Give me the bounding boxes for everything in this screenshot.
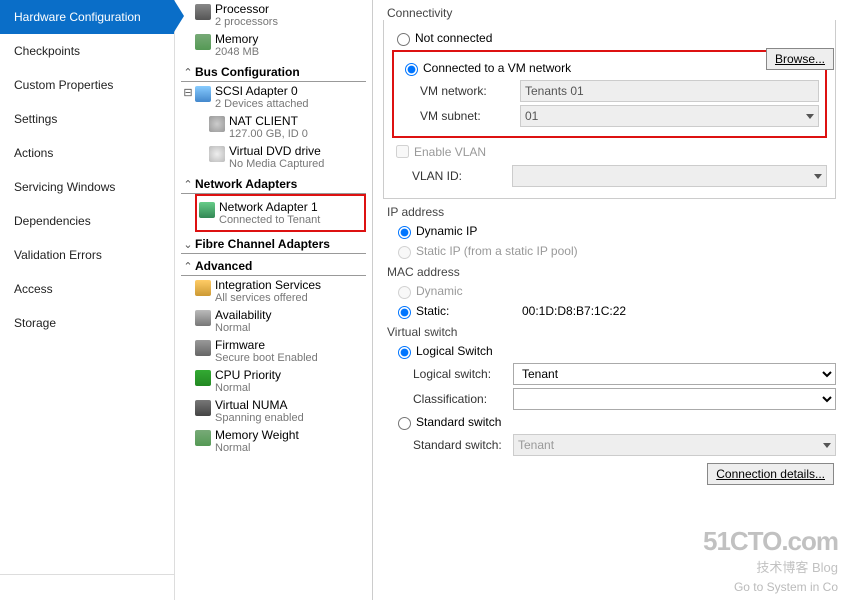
radio-dynamic-mac: Dynamic (393, 283, 836, 299)
hardware-tree: Processor2 processors Memory2048 MB ⌃Bus… (175, 0, 373, 600)
tree-network-adapter-1[interactable]: Network Adapter 1Connected to Tenant (195, 194, 366, 232)
tree-availability[interactable]: AvailabilityNormal (195, 306, 366, 336)
radio-dynamic-mac-label: Dynamic (416, 284, 463, 298)
enable-vlan-row: Enable VLAN (392, 142, 827, 161)
watermark-sub: 技术博客 Blog (703, 557, 838, 576)
vm-subnet-dropdown[interactable]: 01 (520, 105, 819, 127)
highlighted-vm-network-box: Connected to a VM network VM network: Te… (392, 50, 827, 138)
collapse-icon[interactable]: ⌃ (181, 260, 195, 273)
radio-not-connected-label: Not connected (415, 31, 492, 45)
collapse-icon[interactable]: ⌃ (181, 66, 195, 79)
vm-network-value: Tenants 01 (520, 80, 819, 102)
tree-virtual-dvd[interactable]: Virtual DVD driveNo Media Captured (209, 142, 366, 172)
radio-not-connected[interactable]: Not connected (392, 30, 827, 46)
tree-firmware[interactable]: FirmwareSecure boot Enabled (195, 336, 366, 366)
watermark: 51CTO.com 技术博客 Blog (703, 526, 838, 576)
connectivity-legend: Connectivity (383, 6, 836, 20)
radio-dynamic-ip-input[interactable] (398, 226, 411, 239)
memory-icon (195, 430, 211, 446)
expand-icon[interactable]: ⊟ (181, 86, 195, 99)
tree-integration-services[interactable]: Integration ServicesAll services offered (195, 276, 366, 306)
radio-connected-input[interactable] (405, 63, 418, 76)
vlan-id-dropdown (512, 165, 827, 187)
nav-hardware-configuration[interactable]: Hardware Configuration (0, 0, 174, 34)
dvd-icon (209, 146, 225, 162)
radio-logical-switch-input[interactable] (398, 346, 411, 359)
cpu-icon (195, 370, 211, 386)
firmware-icon (195, 340, 211, 356)
connection-details-button[interactable]: Connection details... (707, 463, 834, 485)
vlan-id-label: VLAN ID: (412, 169, 512, 183)
nav-custom-properties[interactable]: Custom Properties (0, 68, 174, 102)
tree-memory-weight[interactable]: Memory WeightNormal (195, 426, 366, 456)
section-bus-configuration[interactable]: ⌃Bus Configuration (181, 62, 366, 82)
section-fibre-channel[interactable]: ⌄Fibre Channel Adapters (181, 234, 366, 254)
nav-access[interactable]: Access (0, 272, 174, 306)
collapse-icon[interactable]: ⌃ (181, 178, 195, 191)
radio-connected[interactable]: Connected to a VM network (400, 60, 819, 76)
tree-nat-client[interactable]: NAT CLIENT127.00 GB, ID 0 (209, 112, 366, 142)
nav-validation-errors[interactable]: Validation Errors (0, 238, 174, 272)
standard-switch-dropdown: Tenant (513, 434, 836, 456)
details-pane: Connectivity Not connected Connected to … (373, 0, 844, 600)
nav-actions[interactable]: Actions (0, 136, 174, 170)
nav-storage[interactable]: Storage (0, 306, 174, 340)
radio-dynamic-mac-input (398, 286, 411, 299)
memory-icon (195, 34, 211, 50)
browse-button[interactable]: Browse... (766, 48, 834, 70)
tree-processor[interactable]: Processor2 processors (195, 0, 366, 30)
ip-address-legend: IP address (383, 205, 836, 219)
radio-static-ip-label: Static IP (from a static IP pool) (416, 244, 578, 258)
radio-standard-switch-input[interactable] (398, 417, 411, 430)
watermark-logo: 51CTO.com (703, 526, 838, 557)
nav-checkpoints[interactable]: Checkpoints (0, 34, 174, 68)
vm-network-label: VM network: (420, 84, 520, 98)
logical-switch-label: Logical switch: (413, 367, 513, 381)
left-navigation: Hardware Configuration Checkpoints Custo… (0, 0, 175, 600)
radio-static-mac-input[interactable] (398, 306, 411, 319)
nav-settings[interactable]: Settings (0, 102, 174, 136)
radio-standard-switch[interactable]: Standard switch (393, 414, 836, 430)
radio-static-ip: Static IP (from a static IP pool) (393, 243, 836, 259)
disk-icon (209, 116, 225, 132)
section-network-adapters[interactable]: ⌃Network Adapters (181, 174, 366, 194)
tree-scsi-adapter[interactable]: ⊟ SCSI Adapter 02 Devices attached (181, 82, 366, 112)
radio-logical-switch[interactable]: Logical Switch (393, 343, 836, 359)
vm-subnet-label: VM subnet: (420, 109, 520, 123)
processor-icon (195, 4, 211, 20)
services-icon (195, 280, 211, 296)
nav-dependencies[interactable]: Dependencies (0, 204, 174, 238)
radio-static-ip-input (398, 246, 411, 259)
radio-standard-switch-label: Standard switch (416, 415, 501, 429)
mac-address-legend: MAC address (383, 265, 836, 279)
numa-icon (195, 400, 211, 416)
radio-static-mac[interactable]: Static: 00:1D:D8:B7:1C:22 (393, 303, 836, 319)
tree-virtual-numa[interactable]: Virtual NUMASpanning enabled (195, 396, 366, 426)
mac-address-value: 00:1D:D8:B7:1C:22 (522, 304, 626, 318)
radio-connected-label: Connected to a VM network (423, 61, 571, 75)
nic-icon (199, 202, 215, 218)
enable-vlan-checkbox (396, 145, 409, 158)
root: Hardware Configuration Checkpoints Custo… (0, 0, 844, 600)
standard-switch-label: Standard switch: (413, 438, 513, 452)
radio-static-mac-label: Static: (416, 304, 492, 318)
logical-switch-dropdown[interactable]: Tenant (513, 363, 836, 385)
radio-logical-switch-label: Logical Switch (416, 344, 493, 358)
classification-label: Classification: (413, 392, 513, 406)
radio-not-connected-input[interactable] (397, 33, 410, 46)
scsi-icon (195, 86, 211, 102)
virtual-switch-legend: Virtual switch (383, 325, 836, 339)
radio-dynamic-ip-label: Dynamic IP (416, 224, 477, 238)
enable-vlan-label: Enable VLAN (414, 145, 486, 159)
radio-dynamic-ip[interactable]: Dynamic IP (393, 223, 836, 239)
tree-cpu-priority[interactable]: CPU PriorityNormal (195, 366, 366, 396)
expand-icon[interactable]: ⌄ (181, 238, 195, 251)
availability-icon (195, 310, 211, 326)
tree-memory[interactable]: Memory2048 MB (195, 30, 366, 60)
classification-dropdown[interactable] (513, 388, 836, 410)
section-advanced[interactable]: ⌃Advanced (181, 256, 366, 276)
nav-servicing-windows[interactable]: Servicing Windows (0, 170, 174, 204)
system-hint: Go to System in Co (734, 580, 838, 594)
